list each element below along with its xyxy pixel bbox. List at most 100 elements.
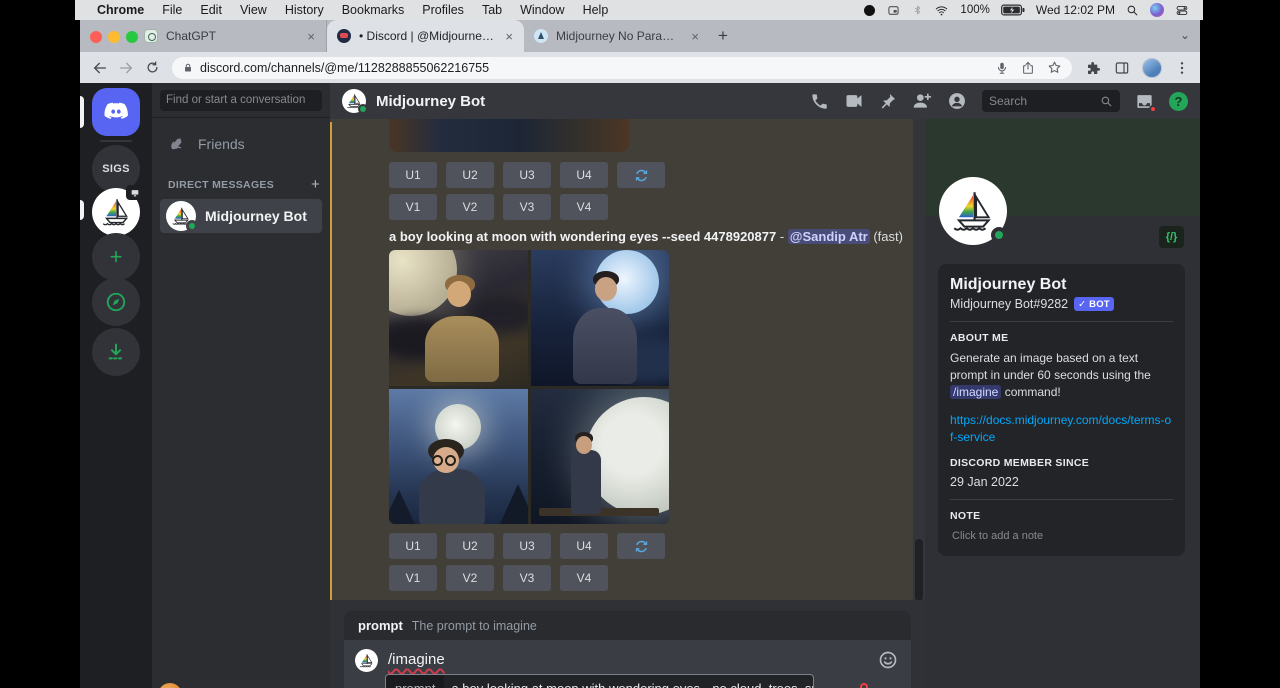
midjourney-image-grid[interactable] (389, 250, 669, 524)
siri-icon[interactable] (1150, 3, 1164, 17)
new-tab-button[interactable]: + (710, 20, 736, 52)
menu-file[interactable]: File (162, 3, 182, 17)
create-dm-icon[interactable]: + (311, 176, 320, 193)
window-manager-icon[interactable] (886, 4, 901, 17)
menu-help[interactable]: Help (583, 3, 609, 17)
u3-button[interactable]: U3 (503, 533, 551, 559)
menu-view[interactable]: View (240, 3, 267, 17)
v4-button[interactable]: V4 (560, 194, 608, 220)
message-input-box[interactable]: /imagine prompt a boy looking at moon wi… (344, 640, 911, 688)
discord-home-button[interactable] (92, 88, 140, 136)
v1-button[interactable]: V1 (389, 565, 437, 591)
tab-close-icon[interactable]: × (502, 29, 516, 44)
u1-button[interactable]: U1 (389, 533, 437, 559)
prompt-option-field[interactable]: prompt a boy looking at moon with wonder… (385, 674, 814, 688)
close-window-button[interactable] (90, 31, 102, 43)
generated-image-4[interactable] (531, 389, 670, 525)
v2-button[interactable]: V2 (446, 565, 494, 591)
menu-chrome[interactable]: Chrome (97, 3, 144, 17)
menu-bookmarks[interactable]: Bookmarks (342, 3, 405, 17)
address-bar[interactable]: discord.com/channels/@me/112828885506221… (172, 57, 1072, 79)
midjourney-dm-icon[interactable] (92, 188, 140, 236)
conversation-search-button[interactable]: Find or start a conversation (160, 90, 322, 111)
extensions-icon[interactable] (1086, 60, 1102, 76)
u1-button[interactable]: U1 (389, 162, 437, 188)
browser-profile-avatar[interactable] (1142, 58, 1162, 78)
u4-button[interactable]: U4 (560, 162, 608, 188)
terms-link[interactable]: https://docs.midjourney.com/docs/terms-o… (950, 412, 1173, 444)
u3-button[interactable]: U3 (503, 162, 551, 188)
generated-image-3[interactable] (389, 389, 528, 525)
emoji-picker-icon[interactable] (878, 650, 898, 670)
tab-midjourney-no-parameter[interactable]: Midjourney No Parameter × (524, 20, 710, 52)
spotlight-search-icon[interactable] (1126, 4, 1139, 17)
v1-button[interactable]: V1 (389, 194, 437, 220)
generated-image-1[interactable] (389, 250, 528, 386)
minimize-window-button[interactable] (108, 31, 120, 43)
dm-item-midjourney-bot[interactable]: Midjourney Bot (160, 199, 322, 233)
reroll-button[interactable] (617, 162, 665, 188)
user-mention[interactable]: @Sandip Atr (788, 229, 870, 244)
menu-profiles[interactable]: Profiles (422, 3, 464, 17)
browser-toolbar: discord.com/channels/@me/112828885506221… (80, 52, 1200, 83)
note-input[interactable]: Click to add a note (950, 530, 1173, 542)
direct-messages-header: DIRECT MESSAGES + (168, 176, 320, 193)
back-button[interactable] (90, 58, 110, 78)
v4-button[interactable]: V4 (560, 565, 608, 591)
v2-button[interactable]: V2 (446, 194, 494, 220)
menu-history[interactable]: History (285, 3, 324, 17)
wifi-icon[interactable] (934, 4, 949, 17)
plus-icon: + (110, 246, 123, 268)
menubar-clock[interactable]: Wed 12:02 PM (1036, 3, 1115, 17)
reroll-icon (634, 168, 649, 183)
screen-record-icon[interactable] (864, 5, 875, 16)
bluetooth-icon[interactable] (912, 4, 923, 16)
u4-button[interactable]: U4 (560, 533, 608, 559)
user-profile-toggle-icon[interactable] (947, 91, 967, 111)
voice-search-icon[interactable] (995, 61, 1009, 75)
reload-button[interactable] (142, 58, 162, 78)
inbox-button[interactable] (1135, 92, 1154, 111)
browser-menu-icon[interactable] (1174, 60, 1190, 76)
prompt-option-value[interactable]: a boy looking at moon with wondering eye… (444, 675, 814, 688)
voice-call-icon[interactable] (810, 92, 829, 111)
tab-search-chevron-icon[interactable]: ⌄ (1180, 28, 1190, 42)
macos-menubar: Chrome File Edit View History Bookmarks … (75, 0, 1203, 20)
tab-discord-active[interactable]: • Discord | @Midjourney Bot × (327, 20, 524, 52)
pinned-messages-icon[interactable] (879, 92, 897, 110)
u2-button[interactable]: U2 (446, 162, 494, 188)
slash-command-text[interactable]: /imagine (388, 651, 445, 668)
video-call-icon[interactable] (844, 91, 864, 111)
generated-image-2[interactable] (531, 250, 670, 386)
tab-chatgpt[interactable]: ChatGPT × (134, 20, 327, 52)
member-since-label: DISCORD MEMBER SINCE (950, 457, 1173, 469)
forward-button[interactable] (116, 58, 136, 78)
imagine-command-chip[interactable]: /imagine (950, 385, 1001, 399)
side-panel-icon[interactable] (1114, 60, 1130, 76)
bookmark-star-icon[interactable] (1047, 60, 1062, 75)
u2-button[interactable]: U2 (446, 533, 494, 559)
v3-button[interactable]: V3 (503, 565, 551, 591)
add-friends-to-dm-icon[interactable] (912, 91, 932, 111)
tab-close-icon[interactable]: × (304, 29, 318, 44)
battery-icon[interactable] (1001, 4, 1025, 16)
chat-scrollbar-thumb[interactable] (915, 539, 923, 600)
v3-button[interactable]: V3 (503, 194, 551, 220)
menu-edit[interactable]: Edit (200, 3, 222, 17)
previous-image-attachment[interactable] (389, 119, 629, 152)
chat-scrollbar-track[interactable] (913, 119, 925, 600)
url-text[interactable]: discord.com/channels/@me/112828885506221… (200, 61, 489, 75)
control-center-icon[interactable] (1175, 4, 1189, 17)
chat-search-input[interactable]: Search (982, 90, 1120, 112)
tab-close-icon[interactable]: × (688, 29, 702, 44)
menu-window[interactable]: Window (520, 3, 564, 17)
add-server-button[interactable]: + (92, 233, 140, 281)
explore-servers-button[interactable] (92, 278, 140, 326)
reroll-button[interactable] (617, 533, 665, 559)
menu-tab[interactable]: Tab (482, 3, 502, 17)
sidebar-item-friends[interactable]: Friends (160, 128, 322, 160)
share-icon[interactable] (1021, 61, 1035, 75)
download-apps-button[interactable] (92, 328, 140, 376)
help-button[interactable]: ? (1169, 92, 1188, 111)
user-avatar[interactable] (158, 683, 182, 688)
